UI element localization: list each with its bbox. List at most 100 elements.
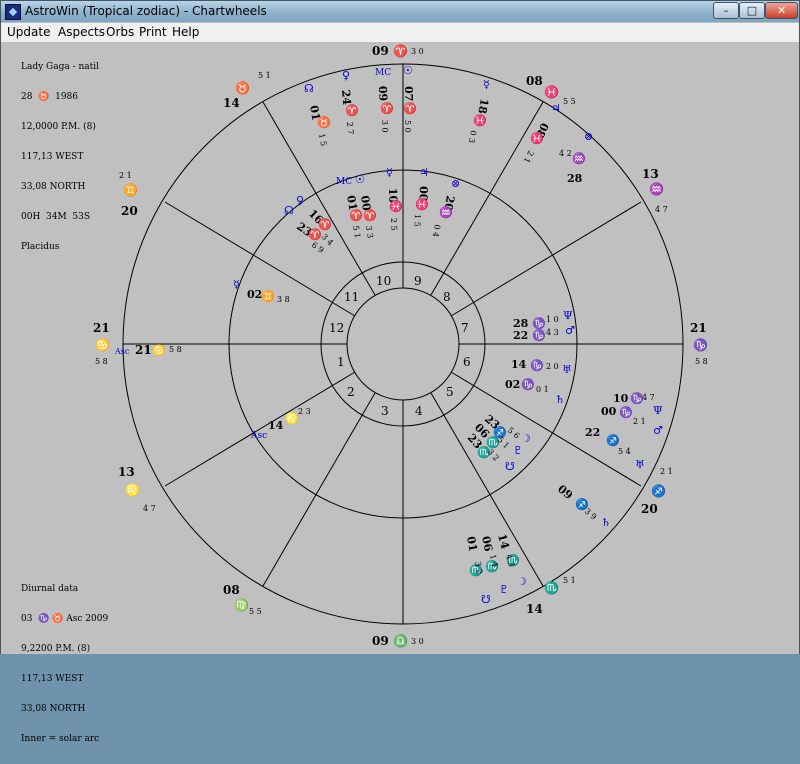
svg-text:3 0: 3 0 <box>380 120 389 133</box>
svg-text:2 3: 2 3 <box>298 407 311 416</box>
svg-text:♑: ♑ <box>521 378 535 391</box>
inner-planet-jupiter: ♃ 00 ♓ 1 5 <box>413 166 430 227</box>
cusp-h3-minutes: 5 1 <box>563 576 576 585</box>
outer-planet-part-of-fortune: ⊗ 28 ♒ 4 2 <box>559 130 593 185</box>
outer-planet-mercury: ☿ 18 ♓ 0 3 <box>467 78 491 144</box>
cusp-asc-sign: ♑ <box>693 338 708 352</box>
sun-icon: ☉ <box>355 173 365 186</box>
cusp-mc-minutes: 3 0 <box>411 47 424 56</box>
svg-text:22: 22 <box>513 329 528 342</box>
pluto-icon: ♇ <box>499 583 509 596</box>
cusp-mc-degree: 09 <box>372 44 389 58</box>
part-of-fortune-icon: ⊗ <box>451 177 460 190</box>
mc-icon: MC <box>375 68 391 78</box>
cusp-h3-degree: 14 <box>526 602 543 616</box>
cusp-mc-sign: ♈ <box>393 44 408 58</box>
uranus-icon: ♅ <box>635 458 645 471</box>
maximize-button[interactable]: □ <box>739 2 765 19</box>
outer-planet-moon: ☽ 14 ♏ 4 3 <box>495 532 527 588</box>
svg-text:2 7: 2 7 <box>345 121 355 134</box>
cusp-asc-minutes: 5 8 <box>695 357 708 366</box>
cusp-h12-sign: ♒ <box>649 182 664 196</box>
house-number: 9 <box>414 274 422 288</box>
svg-text:5 1: 5 1 <box>351 225 362 239</box>
cusp-h5-sign: ♍ <box>234 598 249 612</box>
diurnal-info-line: 33,08 NORTH <box>21 704 86 714</box>
svg-text:♈: ♈ <box>403 102 417 115</box>
close-button[interactable]: ✕ <box>765 2 798 19</box>
saturn-icon: ♄ <box>601 516 611 529</box>
svg-text:♊: ♊ <box>261 290 275 303</box>
cusp-ic-degree: 09 <box>372 634 389 648</box>
jupiter-icon: ♃ <box>551 102 561 115</box>
inner-planet-ascendant: Asc 14 ♌ 2 3 <box>250 407 311 441</box>
inner-planet-neptune: Ψ 28 ♑ 1 0 <box>513 309 573 330</box>
menu-aspects[interactable]: Aspects <box>58 25 105 39</box>
outer-planet-mc: MC 09 ♈ 3 0 <box>375 68 394 133</box>
svg-text:01: 01 <box>464 535 479 552</box>
cusp-h2-minutes: 2 1 <box>660 467 673 476</box>
svg-text:07: 07 <box>402 86 415 101</box>
house-number: 10 <box>376 274 391 288</box>
svg-text:2 1: 2 1 <box>522 149 536 164</box>
cusp-h6-degree: 13 <box>118 465 135 479</box>
mars-icon: ♂ <box>653 424 663 437</box>
svg-text:♓: ♓ <box>389 200 403 213</box>
title-bar[interactable]: AstroWin (Tropical zodiac) - Chartwheels… <box>1 1 799 22</box>
svg-text:28: 28 <box>567 172 583 185</box>
house-number: 3 <box>381 404 389 418</box>
minimize-button[interactable]: – <box>713 2 739 19</box>
cusp-h8-degree: 20 <box>121 204 138 218</box>
svg-text:10: 10 <box>613 392 629 405</box>
svg-text:22: 22 <box>585 426 600 439</box>
cusp-ic-sign: ♎ <box>393 634 408 648</box>
svg-text:1 5: 1 5 <box>413 214 422 227</box>
svg-text:♉: ♉ <box>317 116 331 129</box>
svg-text:5 4: 5 4 <box>618 447 631 456</box>
svg-text:0 4: 0 4 <box>431 224 442 238</box>
svg-text:18: 18 <box>475 97 491 115</box>
north-node-icon: ☊ <box>304 82 314 95</box>
svg-text:14: 14 <box>495 532 512 550</box>
mercury-icon: ☿ <box>483 78 490 91</box>
cusp-h2-sign: ♐ <box>651 484 666 498</box>
cusp-h11-degree: 08 <box>526 74 543 88</box>
svg-text:09: 09 <box>555 482 575 502</box>
inner-planet-mercury: ☿ 10 ♓ 2 5 <box>386 166 403 231</box>
cusp-h2-degree: 20 <box>641 502 658 516</box>
menu-help[interactable]: Help <box>172 25 199 39</box>
menu-print[interactable]: Print <box>139 25 167 39</box>
menu-bar: Update Aspects Orbs Print Help <box>1 23 799 43</box>
house-number: 7 <box>461 321 469 335</box>
part-of-fortune-icon: ⊗ <box>584 130 593 143</box>
outer-planet-uranus: ♅ 22 ♐ 5 4 <box>585 426 645 471</box>
house-number: 11 <box>344 290 359 304</box>
center-circle <box>346 287 460 401</box>
svg-text:2 5: 2 5 <box>389 218 398 231</box>
house-number: 2 <box>347 385 355 399</box>
svg-text:5 0: 5 0 <box>403 120 412 133</box>
svg-text:♒: ♒ <box>439 206 453 219</box>
menu-update[interactable]: Update <box>7 25 50 39</box>
svg-text:14: 14 <box>268 419 284 432</box>
mercury-icon: ☿ <box>233 278 240 291</box>
cusp-line-12 <box>450 201 642 317</box>
house-number: 5 <box>446 385 454 399</box>
cusp-h5-degree: 08 <box>223 583 240 597</box>
svg-text:♑: ♑ <box>619 406 633 419</box>
menu-orbs[interactable]: Orbs <box>106 25 134 39</box>
inner-planet-mercury-2: ☿ 02 ♊ 3 8 <box>233 278 290 304</box>
outer-planet-north-node: ☊ 01 ♉ 1 5 <box>304 82 331 147</box>
svg-text:♈: ♈ <box>318 218 332 231</box>
ascendant-icon: Asc <box>250 431 267 441</box>
outer-planet-sun: ☉ 07 ♈ 5 0 <box>402 64 417 133</box>
north-node-icon: ☊ <box>284 204 294 217</box>
inner-planet-uranus: ♅ 14 ♑ 2 0 <box>511 358 572 376</box>
astrowin-app-icon[interactable] <box>5 4 21 20</box>
asc-marker: Asc <box>114 347 130 356</box>
neptune-icon: Ψ <box>563 309 573 322</box>
svg-text:♑: ♑ <box>532 329 546 342</box>
saturn-icon: ♄ <box>555 393 565 406</box>
venus-icon: ♀ <box>342 69 350 82</box>
house-number: 1 <box>337 355 345 369</box>
